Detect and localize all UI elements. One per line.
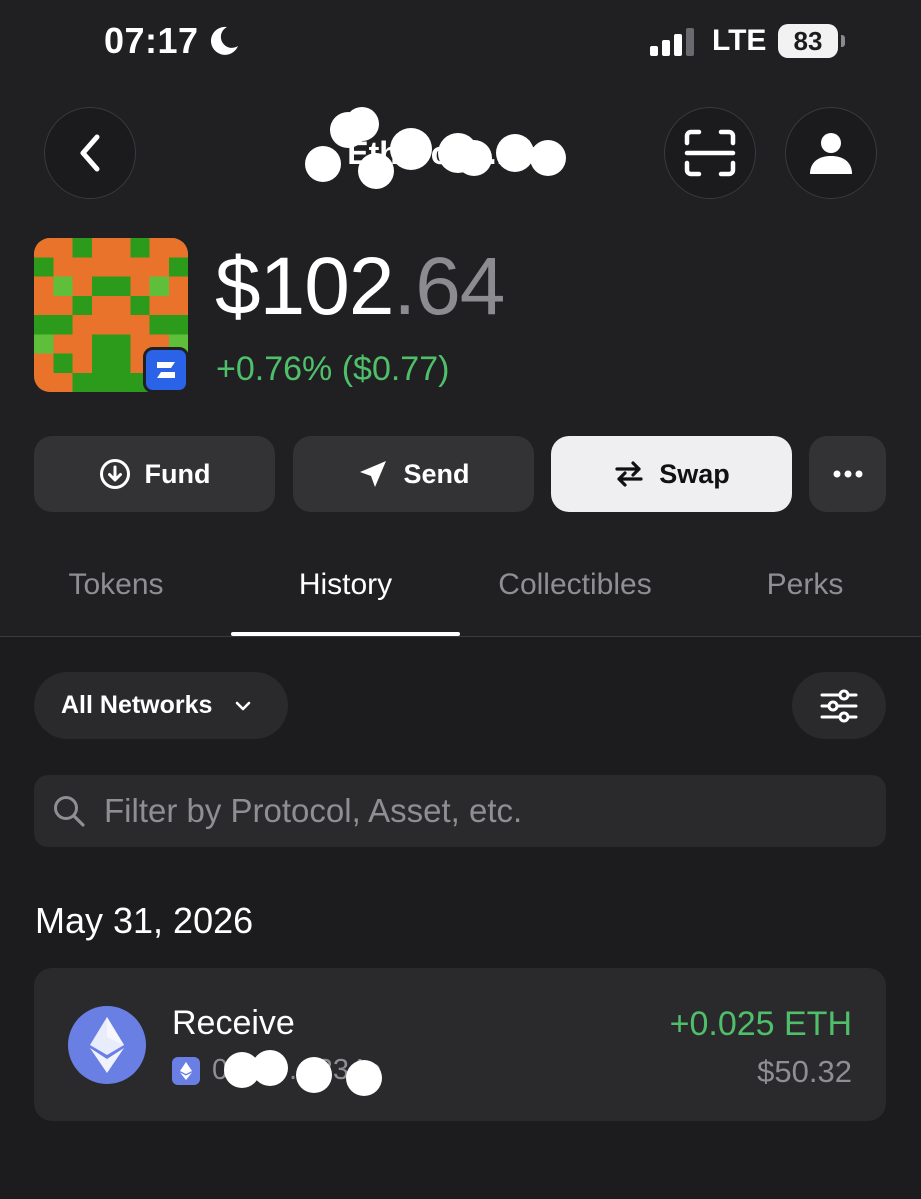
date-heading: May 31, 2026 <box>35 900 254 941</box>
person-icon <box>810 133 852 174</box>
swap-label: Swap <box>659 458 730 489</box>
balance-cents: .64 <box>393 241 505 332</box>
fund-label: Fund <box>144 458 211 489</box>
back-button[interactable] <box>44 107 136 199</box>
chevron-down-icon <box>236 701 251 710</box>
filter-settings-button[interactable] <box>792 672 886 739</box>
tab-divider <box>0 636 921 637</box>
more-horizontal-icon <box>833 470 862 478</box>
fund-button[interactable]: Fund <box>34 436 275 512</box>
cellular-signal-icon <box>650 28 694 56</box>
tab-perks[interactable]: Perks <box>720 568 890 602</box>
network-filter-label: All Networks <box>61 691 213 719</box>
zerion-logo-icon <box>143 347 189 393</box>
profile-button[interactable] <box>785 107 877 199</box>
tab-collectibles[interactable]: Collectibles <box>460 568 690 602</box>
sliders-icon <box>820 689 858 722</box>
network-ethereum-icon <box>172 1057 200 1085</box>
swap-button[interactable]: Swap <box>551 436 792 512</box>
transaction-type: Receive <box>172 1004 295 1042</box>
send-arrow-icon <box>360 461 387 487</box>
download-circle-icon <box>99 459 130 489</box>
battery-cap <box>841 35 845 47</box>
scan-button[interactable] <box>664 107 756 199</box>
battery-level: 83 <box>778 24 838 58</box>
chevron-left-icon <box>80 134 100 172</box>
search-input[interactable] <box>102 791 886 831</box>
tab-tokens[interactable]: Tokens <box>28 568 204 602</box>
swap-arrows-icon <box>615 461 643 487</box>
transaction-usd-value: $50.32 <box>757 1054 852 1089</box>
balance-change: +0.76% ($0.77) <box>216 350 450 388</box>
send-label: Send <box>403 458 470 489</box>
moon-icon <box>210 26 238 55</box>
ethereum-icon <box>68 1006 146 1084</box>
network-filter-dropdown[interactable]: All Networks <box>34 672 288 739</box>
balance-whole: $102 <box>215 241 394 332</box>
wallet-balance: $102.64 <box>215 246 505 328</box>
status-time: 07:17 <box>104 20 199 61</box>
search-icon <box>54 796 85 827</box>
more-button[interactable] <box>809 436 886 512</box>
tab-history[interactable]: History <box>231 568 460 602</box>
scan-icon <box>684 129 736 177</box>
transaction-amount: +0.025 ETH <box>669 1005 852 1043</box>
network-type: LTE <box>712 24 767 57</box>
send-button[interactable]: Send <box>293 436 534 512</box>
transaction-card[interactable] <box>34 968 886 1121</box>
search-box[interactable] <box>34 775 886 847</box>
